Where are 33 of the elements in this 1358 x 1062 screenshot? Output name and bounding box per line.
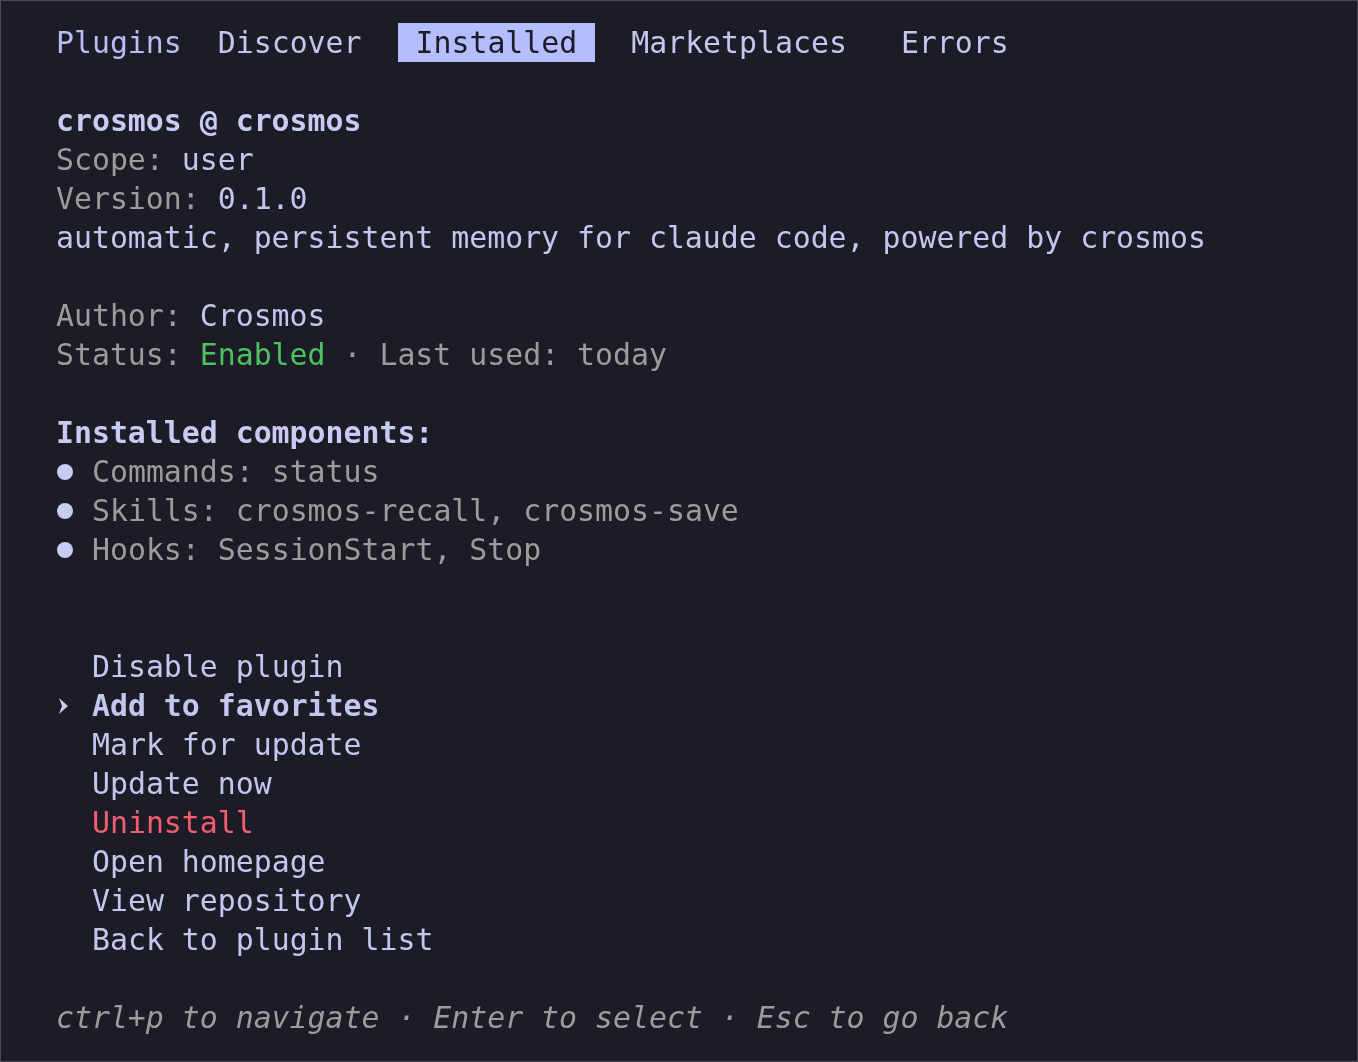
menu-item[interactable]: View repository — [92, 881, 362, 920]
menu-item[interactable]: Add to favorites — [92, 686, 380, 725]
tab[interactable]: Marketplaces — [613, 23, 865, 62]
last-used-text: · Last used: today — [343, 336, 667, 374]
plugin-title: crosmos @ crosmos — [56, 102, 362, 140]
menu-item[interactable]: Open homepage — [92, 842, 326, 881]
author-name: Crosmos — [199, 297, 326, 335]
status-label: Status: — [56, 336, 182, 374]
field-label: Version: — [56, 180, 200, 218]
status-value: Enabled — [199, 336, 326, 374]
bullet-dot-icon — [57, 541, 73, 558]
menu-item[interactable]: Back to plugin list — [92, 920, 434, 959]
bullet-dot-icon — [57, 463, 73, 480]
tab[interactable]: Errors — [882, 23, 1027, 62]
menu-item[interactable]: Uninstall — [92, 803, 254, 842]
field-label: Scope: — [56, 141, 164, 179]
tab[interactable]: Discover — [199, 23, 380, 62]
field-value: user — [181, 141, 254, 179]
menu-item[interactable]: Disable plugin — [92, 647, 344, 686]
app-title: Plugins — [56, 24, 182, 62]
menu-item[interactable]: Mark for update — [92, 725, 362, 764]
component-entry: Commands: status — [92, 453, 380, 491]
components-heading: Installed components: — [56, 414, 434, 452]
chevron-right-icon — [58, 696, 69, 715]
plugin-description: automatic, persistent memory for claude code, powered by crosmos — [56, 219, 1206, 257]
keyboard-hint: ctrl+p to navigate · Enter to select · Esc to go back — [56, 999, 1009, 1037]
bullet-dot-icon — [57, 502, 73, 519]
author-label: Author: — [56, 297, 182, 335]
field-value: 0.1.0 — [217, 180, 308, 218]
tab[interactable]: Installed — [397, 23, 596, 62]
menu-item[interactable]: Update now — [92, 764, 272, 803]
component-entry: Hooks: SessionStart, Stop — [92, 531, 542, 569]
component-entry: Skills: crosmos-recall, crosmos-save — [92, 492, 739, 530]
